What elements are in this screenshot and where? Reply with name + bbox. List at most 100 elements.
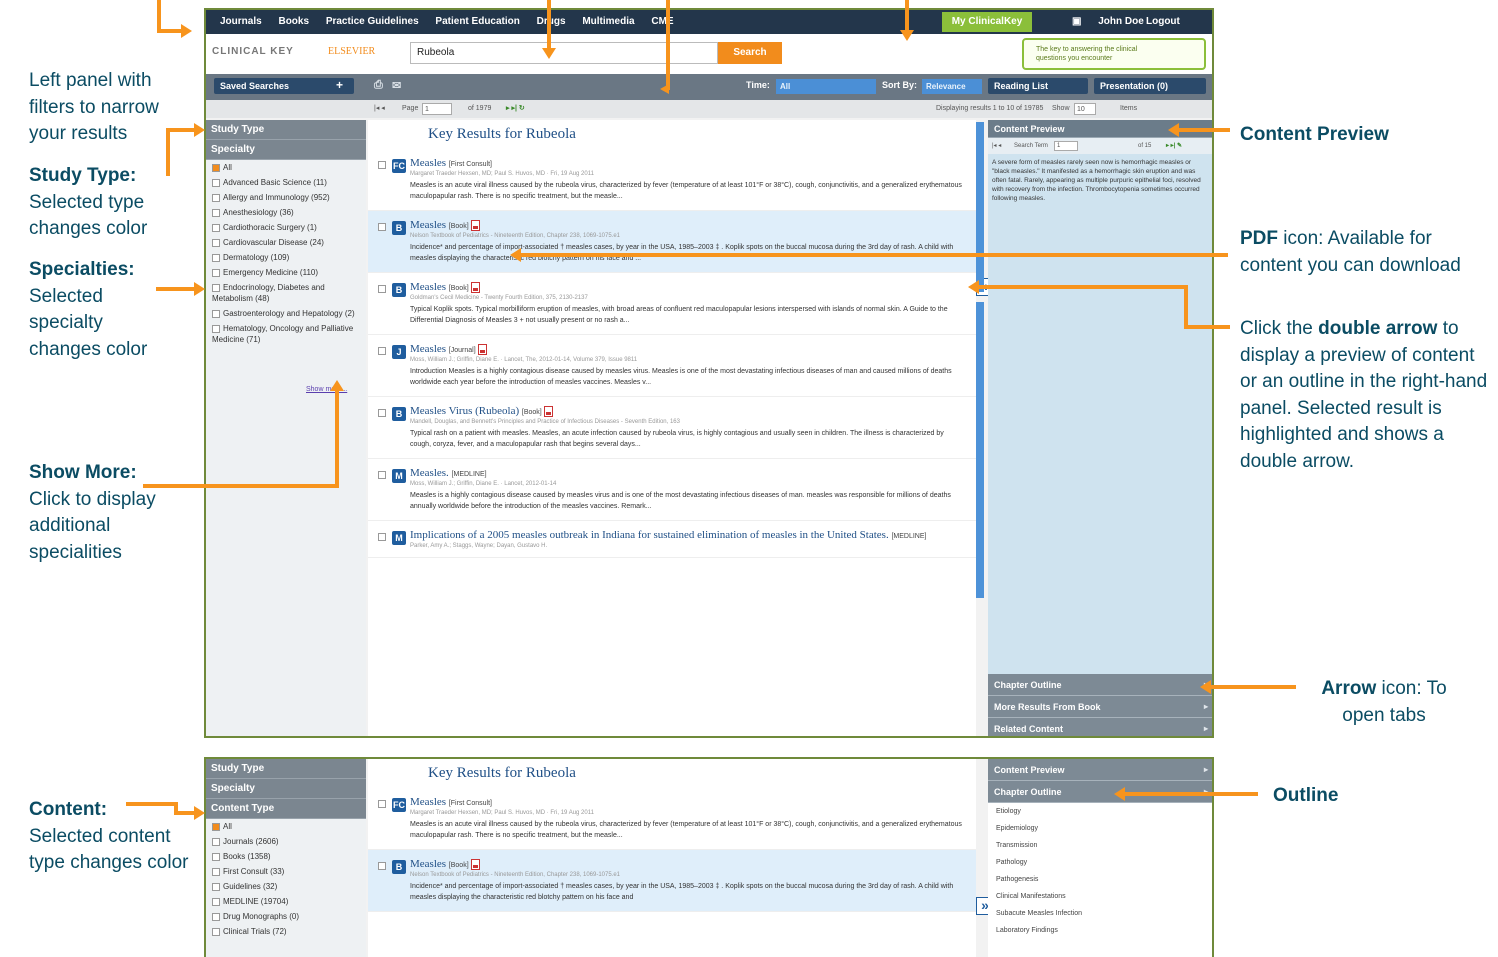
result-item[interactable]: B Measles [Book] Nelson Textbook of Pediat…	[368, 850, 976, 912]
my-clinicalkey-button[interactable]: My ClinicalKey	[942, 12, 1032, 32]
filter-checkbox[interactable]	[212, 324, 220, 333]
saved-searches-button[interactable]: Saved Searches	[214, 78, 354, 94]
result-title-text[interactable]: Measles	[410, 281, 449, 293]
result-checkbox[interactable]	[378, 862, 386, 870]
preview-next-icon[interactable]: ▸ ▸| ✎	[1166, 138, 1182, 154]
filter-checkbox[interactable]	[212, 927, 220, 936]
result-title-text[interactable]: Measles	[410, 343, 449, 355]
results-scrollbar[interactable]	[976, 122, 984, 292]
result-item[interactable]: M Implications of a 2005 measles outbreak…	[368, 521, 976, 558]
result-item[interactable]: B Measles [Book] Goldman's Cecil Medicine …	[368, 273, 976, 335]
result-item[interactable]: J Measles [Journal] Moss, William J.; Grif…	[368, 335, 976, 397]
result-item[interactable]: B Measles [Book] Nelson Textbook of Pediat…	[368, 211, 976, 273]
outline-item[interactable]: Etiology	[988, 803, 1212, 820]
result-checkbox[interactable]	[378, 533, 386, 541]
results-scrollbar-lower[interactable]	[976, 302, 984, 598]
result-title[interactable]: Measles [Book]	[410, 281, 964, 293]
nav-patient-education[interactable]: Patient Education	[435, 16, 519, 27]
outline-item[interactable]: Laboratory Findings	[988, 922, 1212, 939]
outline-item[interactable]: Subacute Measles Infection	[988, 905, 1212, 922]
result-title-text[interactable]: Measles	[410, 796, 449, 808]
logo[interactable]: CLINICAL KEY	[212, 46, 294, 57]
filter-study-type-bottom[interactable]: Study Type	[206, 759, 366, 779]
filter-checkbox[interactable]	[212, 253, 220, 262]
pdf-icon[interactable]	[477, 343, 487, 355]
outline-item[interactable]: Epidemiology	[988, 820, 1212, 837]
promo-banner[interactable]: The key to answering the clinical questi…	[1022, 38, 1206, 70]
result-checkbox[interactable]	[378, 161, 386, 169]
result-checkbox[interactable]	[378, 800, 386, 808]
nav-multimedia[interactable]: Multimedia	[582, 16, 634, 27]
result-title-text[interactable]: Measles Virus (Rubeola)	[410, 405, 522, 417]
filter-option[interactable]: All	[206, 819, 366, 834]
filter-checkbox[interactable]	[212, 309, 220, 318]
result-checkbox[interactable]	[378, 471, 386, 479]
tab-more-results-from-book[interactable]: More Results From Book	[988, 696, 1212, 718]
filter-option[interactable]: Gastroenterology and Hepatology (2)	[206, 306, 366, 321]
result-checkbox[interactable]	[378, 347, 386, 355]
first-page-icon[interactable]: |◂ ◂	[374, 100, 385, 118]
result-title[interactable]: Measles [First Consult]	[410, 157, 964, 169]
filter-option[interactable]: Clinical Trials (72)	[206, 924, 366, 939]
filter-option[interactable]: Books (1358)	[206, 849, 366, 864]
result-title[interactable]: Measles [Book]	[410, 219, 964, 231]
search-input[interactable]: Rubeola	[410, 42, 718, 64]
filter-checkbox[interactable]	[212, 837, 220, 846]
result-title[interactable]: Measles. [MEDLINE]	[410, 467, 964, 479]
search-button[interactable]: Search	[718, 42, 782, 64]
filter-checkbox[interactable]	[212, 268, 220, 277]
nav-cme[interactable]: CME	[651, 16, 673, 27]
filter-checkbox[interactable]	[212, 882, 220, 891]
filter-option[interactable]: All	[206, 160, 366, 175]
outline-item[interactable]: Pathogenesis	[988, 871, 1212, 888]
filter-option[interactable]: Anesthesiology (36)	[206, 205, 366, 220]
next-page-icon[interactable]: ▸ ▸| ↻	[506, 100, 525, 118]
filter-option[interactable]: Hematology, Oncology and Palliative Medi…	[206, 321, 366, 347]
filter-option[interactable]: Endocrinology, Diabetes and Metabolism (…	[206, 280, 366, 306]
result-title[interactable]: Measles [Book]	[410, 858, 964, 870]
filter-option[interactable]: First Consult (33)	[206, 864, 366, 879]
filter-checkbox[interactable]	[212, 178, 220, 187]
result-item[interactable]: M Measles. [MEDLINE] Moss, William J.; Gri…	[368, 459, 976, 521]
outline-item[interactable]: Transmission	[988, 837, 1212, 854]
email-icon[interactable]: ✉	[392, 79, 401, 92]
result-title[interactable]: Measles Virus (Rubeola) [Book]	[410, 405, 964, 417]
page-input[interactable]: 1	[422, 103, 452, 115]
filter-checkbox[interactable]	[212, 283, 220, 292]
pdf-icon[interactable]	[470, 858, 480, 870]
user-name[interactable]: ▣ John Doe	[1058, 10, 1144, 34]
reading-list-button[interactable]: Reading List	[988, 78, 1088, 94]
result-item[interactable]: FC Measles [First Consult] Margaret Traede…	[368, 149, 976, 211]
sort-select[interactable]: Relevance	[922, 79, 982, 94]
filter-option[interactable]: Guidelines (32)	[206, 879, 366, 894]
filter-option[interactable]: Allergy and Immunology (952)	[206, 190, 366, 205]
result-title-text[interactable]: Measles.	[410, 467, 452, 479]
nav-drugs[interactable]: Drugs	[537, 16, 566, 27]
filter-checkbox[interactable]	[212, 208, 220, 217]
logout-link[interactable]: Logout	[1146, 10, 1180, 34]
filter-option[interactable]: MEDLINE (19704)	[206, 894, 366, 909]
filter-option[interactable]: Drug Monographs (0)	[206, 909, 366, 924]
filter-study-type[interactable]: Study Type	[206, 120, 366, 140]
filter-specialty[interactable]: Specialty	[206, 140, 366, 160]
nav-journals[interactable]: Journals	[220, 16, 262, 27]
result-title-text[interactable]: Implications of a 2005 measles outbreak …	[410, 529, 891, 541]
pdf-icon[interactable]	[470, 219, 480, 231]
result-checkbox[interactable]	[378, 409, 386, 417]
filter-checkbox[interactable]	[212, 238, 220, 247]
pdf-icon[interactable]	[543, 405, 553, 417]
outline-item[interactable]: Clinical Manifestations	[988, 888, 1212, 905]
add-icon[interactable]: +	[336, 78, 343, 92]
result-title[interactable]: Implications of a 2005 measles outbreak …	[410, 529, 964, 541]
search-term-input[interactable]: 1	[1054, 141, 1078, 151]
filter-option[interactable]: Cardiothoracic Surgery (1)	[206, 220, 366, 235]
result-title[interactable]: Measles [First Consult]	[410, 796, 964, 808]
filter-option[interactable]: Dermatology (109)	[206, 250, 366, 265]
filter-checkbox[interactable]	[212, 897, 220, 906]
outline-item[interactable]: Pathology	[988, 854, 1212, 871]
result-item[interactable]: FC Measles [First Consult] Margaret Traede…	[368, 788, 976, 850]
nav-books[interactable]: Books	[278, 16, 309, 27]
filter-option[interactable]: Cardiovascular Disease (24)	[206, 235, 366, 250]
filter-checkbox[interactable]	[212, 852, 220, 861]
filter-checkbox[interactable]	[212, 822, 220, 831]
